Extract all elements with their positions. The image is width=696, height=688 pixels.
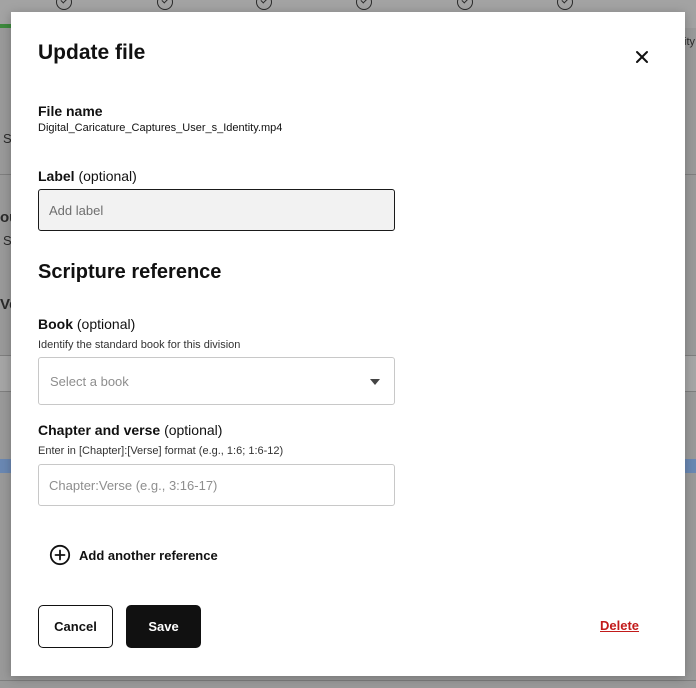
label-field-label: Label (optional): [38, 168, 137, 184]
book-field-title: Book: [38, 316, 73, 332]
label-field-title: Label: [38, 168, 75, 184]
plus-circle-icon: [49, 544, 71, 566]
dialog-title: Update file: [38, 41, 146, 64]
optional-hint: (optional): [78, 168, 137, 184]
scripture-reference-heading: Scripture reference: [38, 261, 222, 283]
chapter-verse-field-title: Chapter and verse: [38, 422, 161, 438]
update-file-dialog: Update file File name Digital_Caricature…: [11, 12, 685, 676]
step-check-icon: [356, 0, 372, 10]
optional-hint: (optional): [164, 422, 223, 438]
label-input[interactable]: [38, 189, 395, 231]
step-check-icon: [157, 0, 173, 10]
chapter-verse-field-label: Chapter and verse (optional): [38, 422, 222, 438]
book-select[interactable]: Select a book: [38, 357, 395, 405]
chevron-down-icon: [370, 379, 380, 385]
close-icon: [630, 45, 654, 69]
step-check-icon: [457, 0, 473, 10]
step-check-icon: [557, 0, 573, 10]
add-another-reference-label: Add another reference: [79, 547, 218, 563]
step-check-icon: [56, 0, 72, 10]
optional-hint: (optional): [76, 316, 136, 332]
close-button[interactable]: [630, 45, 654, 69]
chapter-verse-help-text: Enter in [Chapter]:[Verse] format (e.g.,…: [38, 445, 284, 457]
background-text: ity: [684, 36, 695, 48]
file-name-label: File name: [38, 103, 103, 119]
chapter-verse-input[interactable]: [38, 464, 395, 506]
background-divider: [0, 680, 696, 681]
cancel-button[interactable]: Cancel: [38, 605, 113, 648]
book-select-placeholder: Select a book: [50, 374, 129, 389]
add-another-reference-button[interactable]: Add another reference: [49, 544, 218, 566]
delete-link[interactable]: Delete: [600, 618, 639, 633]
book-field-label: Book (optional): [38, 316, 135, 332]
book-help-text: Identify the standard book for this divi…: [38, 339, 241, 351]
file-name-value: Digital_Caricature_Captures_User_s_Ident…: [38, 122, 283, 134]
step-check-icon: [256, 0, 272, 10]
save-button[interactable]: Save: [126, 605, 201, 648]
